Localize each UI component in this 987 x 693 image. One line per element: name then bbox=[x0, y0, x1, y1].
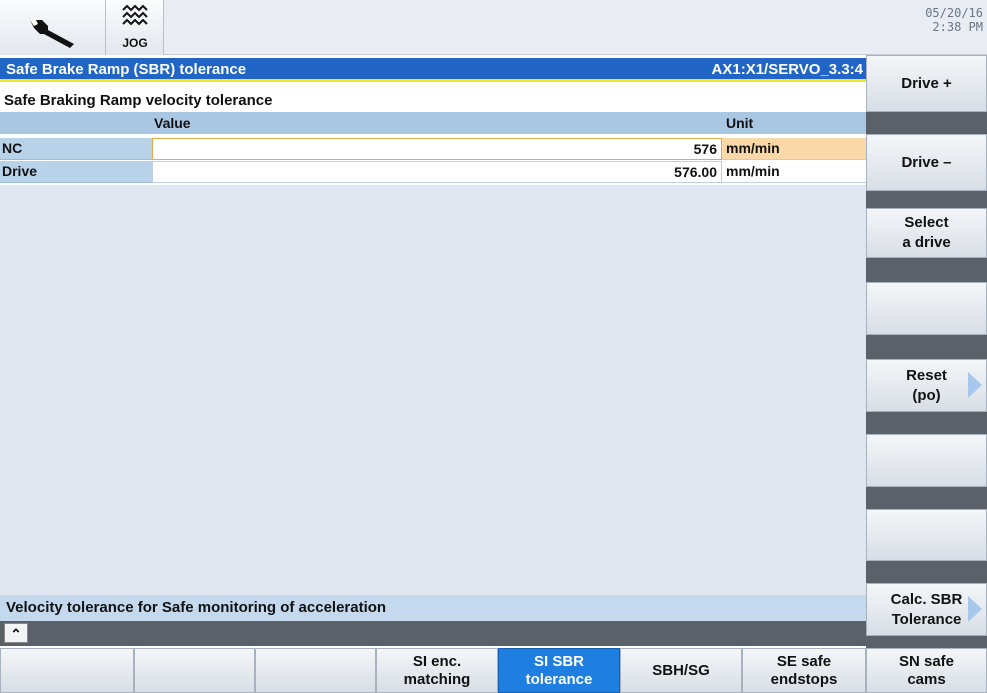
softkey-empty-6[interactable] bbox=[866, 434, 987, 487]
row-label-drive: Drive bbox=[0, 161, 152, 183]
softkey-separator bbox=[866, 412, 987, 434]
calc-sbr-tolerance-button[interactable]: Calc. SBR Tolerance bbox=[866, 583, 987, 636]
softkey-label: SN safe bbox=[898, 652, 955, 670]
drive-minus-button[interactable]: Drive – bbox=[866, 134, 987, 191]
softkey-separator bbox=[866, 335, 987, 359]
si-enc-matching-button[interactable]: SI enc. matching bbox=[376, 648, 498, 693]
softkey-empty-7[interactable] bbox=[866, 509, 987, 561]
select-drive-button[interactable]: Select a drive bbox=[866, 208, 987, 258]
hsoftkey-1[interactable] bbox=[0, 648, 134, 693]
softkey-label: cams bbox=[907, 670, 946, 688]
softkey-label: Drive – bbox=[901, 153, 952, 171]
mode-label: JOG bbox=[122, 36, 148, 50]
softkey-separator bbox=[866, 191, 987, 208]
date-text: 05/20/16 bbox=[925, 6, 983, 20]
recall-up-button[interactable]: ⌃ bbox=[4, 623, 28, 643]
si-sbr-tolerance-button[interactable]: SI SBR tolerance bbox=[498, 648, 620, 693]
hsoftkey-2[interactable] bbox=[134, 648, 255, 693]
time-text: 2:38 PM bbox=[932, 20, 983, 34]
softkey-label: matching bbox=[403, 670, 471, 688]
jog-mode-button[interactable]: JOG bbox=[106, 0, 164, 55]
softkey-label: Select bbox=[904, 214, 949, 231]
softkey-separator bbox=[866, 636, 987, 648]
table-header-value: Value bbox=[152, 112, 722, 134]
hsoftkey-3[interactable] bbox=[255, 648, 376, 693]
softkey-separator bbox=[866, 112, 987, 134]
softkey-label: Drive + bbox=[901, 74, 952, 92]
section-title: Safe Braking Ramp velocity tolerance bbox=[0, 90, 866, 112]
axis-identifier: AX1:X1/SERVO_3.3:4 bbox=[711, 61, 863, 78]
softkey-label: SI enc. bbox=[412, 652, 462, 670]
hint-text: Velocity tolerance for Safe monitoring o… bbox=[0, 595, 866, 621]
table-header-label bbox=[0, 112, 152, 134]
title-bar: Safe Brake Ramp (SBR) tolerance AX1:X1/S… bbox=[0, 58, 866, 82]
softkey-label: a drive bbox=[902, 234, 951, 251]
arrow-right-icon bbox=[968, 372, 982, 398]
row-label-nc: NC bbox=[0, 138, 152, 160]
softkey-label: Calc. SBR bbox=[890, 590, 963, 608]
reset-po-button[interactable]: Reset (po) bbox=[866, 359, 987, 412]
softkey-label: tolerance bbox=[525, 670, 593, 688]
softkey-separator bbox=[866, 561, 987, 583]
sbh-sg-button[interactable]: SBH/SG bbox=[620, 648, 742, 693]
table-header-unit: Unit bbox=[722, 112, 866, 134]
softkey-label: SI SBR bbox=[533, 652, 584, 670]
page-title: Safe Brake Ramp (SBR) tolerance bbox=[6, 61, 247, 78]
nc-value-field[interactable]: 576 bbox=[152, 138, 722, 160]
chevron-up-icon: ⌃ bbox=[10, 626, 22, 642]
softkey-label: Reset bbox=[906, 366, 947, 384]
arrow-right-icon bbox=[968, 596, 982, 622]
softkey-label: (po) bbox=[912, 386, 941, 404]
se-safe-endstops-button[interactable]: SE safe endstops bbox=[742, 648, 866, 693]
content-area bbox=[0, 185, 866, 595]
date-time: 05/20/16 2:38 PM bbox=[925, 6, 983, 34]
drive-unit: mm/min bbox=[722, 161, 866, 183]
wrench-icon bbox=[30, 20, 74, 48]
nc-unit-select[interactable]: mm/min bbox=[722, 138, 866, 160]
softkey-empty-4[interactable] bbox=[866, 282, 987, 335]
status-bar bbox=[0, 621, 866, 646]
softkey-label: SBH/SG bbox=[652, 661, 710, 679]
softkey-label: endstops bbox=[770, 670, 838, 688]
softkey-separator bbox=[866, 258, 987, 282]
softkey-label: Tolerance bbox=[891, 610, 962, 628]
setup-button[interactable] bbox=[0, 0, 106, 55]
drive-value-field: 576.00 bbox=[152, 161, 722, 183]
sn-safe-cams-button[interactable]: SN safe cams bbox=[866, 648, 987, 693]
drive-plus-button[interactable]: Drive + bbox=[866, 55, 987, 112]
jog-wave-icon bbox=[122, 4, 148, 26]
softkey-label: SE safe bbox=[776, 652, 832, 670]
softkey-separator bbox=[866, 487, 987, 509]
